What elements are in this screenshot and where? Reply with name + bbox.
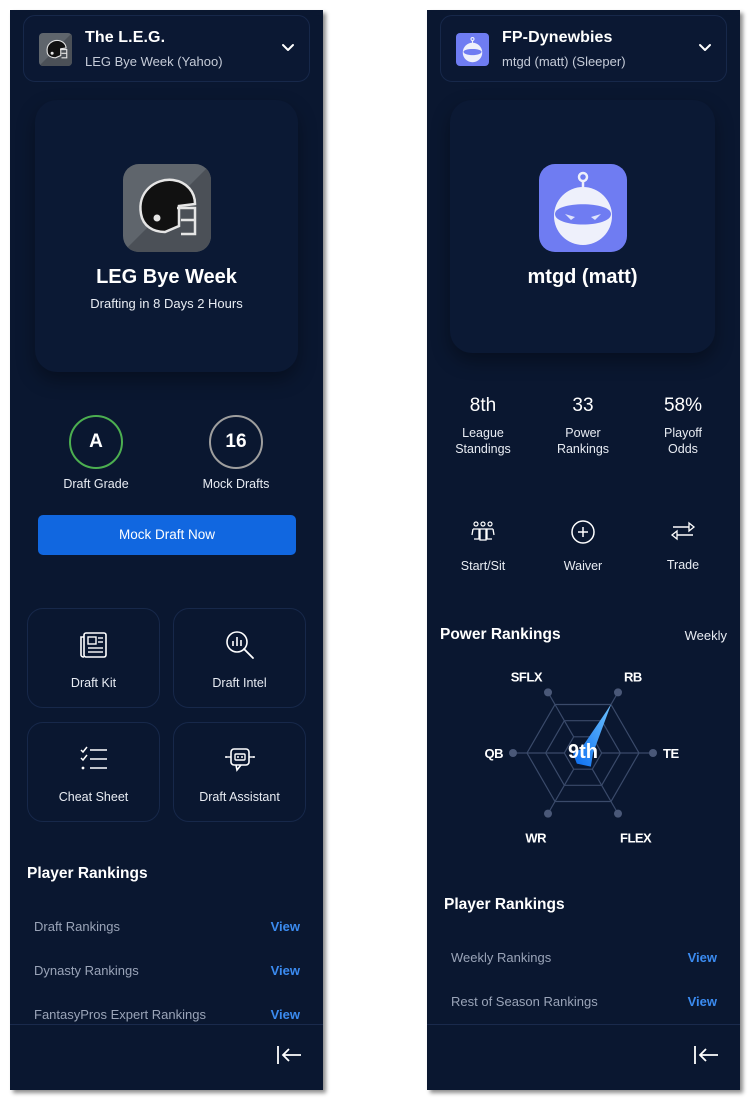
team-name: mtgd (matt) bbox=[527, 266, 638, 288]
radar-axis-dot bbox=[509, 749, 517, 757]
plus-circle-icon bbox=[571, 520, 595, 544]
radar-axis-dot bbox=[649, 749, 657, 757]
collapse-left-icon[interactable] bbox=[275, 1043, 303, 1067]
league-panel-sleeper: FP-Dynewbies mtgd (matt) (Sleeper) mtgd … bbox=[427, 10, 740, 1090]
view-link[interactable]: View bbox=[688, 994, 717, 1009]
collapse-left-icon[interactable] bbox=[692, 1043, 720, 1067]
view-link[interactable]: View bbox=[271, 1007, 300, 1022]
power-rankings-heading: Power Rankings bbox=[440, 626, 561, 643]
players-icon bbox=[471, 521, 495, 541]
robot-chat-icon bbox=[224, 748, 255, 772]
radar-axis-line bbox=[547, 768, 575, 814]
league-hero-card: LEG Bye Week Drafting in 8 Days 2 Hours bbox=[35, 100, 298, 372]
tool-draft-kit[interactable]: Draft Kit bbox=[27, 608, 160, 708]
player-rankings-heading: Player Rankings bbox=[444, 896, 565, 913]
newspaper-icon bbox=[79, 632, 107, 658]
league-selector[interactable]: FP-Dynewbies mtgd (matt) (Sleeper) bbox=[440, 15, 727, 82]
metric-label: Playoff Odds bbox=[664, 426, 702, 456]
league-subtitle: mtgd (matt) (Sleeper) bbox=[502, 54, 626, 69]
league-subtitle: LEG Bye Week (Yahoo) bbox=[85, 54, 223, 69]
power-rankings-radar-chart: RB TE FLEX WR QB SFLX 9th bbox=[485, 670, 680, 845]
mock-draft-now-button[interactable]: Mock Draft Now bbox=[38, 515, 296, 555]
metric-value: 8th bbox=[469, 395, 497, 416]
football-helmet-icon bbox=[122, 164, 211, 252]
radar-axis-line bbox=[591, 768, 619, 814]
metric-label: League Standings bbox=[455, 426, 511, 456]
tool-label: Draft Assistant bbox=[199, 790, 280, 804]
action-trade[interactable]: Trade bbox=[633, 518, 733, 572]
chart-search-icon bbox=[225, 631, 254, 659]
player-rankings-heading: Player Rankings bbox=[27, 865, 148, 882]
swap-arrows-icon bbox=[670, 521, 696, 541]
metric-playoff-odds[interactable]: 58% Playoff Odds bbox=[633, 395, 733, 457]
chevron-down-icon bbox=[282, 44, 294, 51]
league-name: FP-Dynewbies bbox=[502, 29, 613, 46]
draft-countdown: Drafting in 8 Days 2 Hours bbox=[90, 296, 243, 311]
football-helmet-icon bbox=[39, 33, 72, 66]
ranking-row: Rest of Season Rankings View bbox=[451, 991, 717, 1015]
metric-value: 58% bbox=[663, 395, 703, 416]
chevron-down-icon bbox=[699, 44, 711, 51]
radar-axis-label-te: TE bbox=[663, 746, 679, 761]
radar-axis-label-flex: FLEX bbox=[620, 830, 652, 845]
view-link[interactable]: View bbox=[688, 950, 717, 965]
metric-power-rankings[interactable]: 33 Power Rankings bbox=[533, 395, 633, 457]
action-label: Waiver bbox=[563, 559, 603, 573]
metric-label: Power Rankings bbox=[556, 426, 610, 456]
ranking-row: Weekly Rankings View bbox=[451, 947, 717, 971]
ranking-label: Draft Rankings bbox=[34, 919, 120, 934]
radar-axis-label-wr: WR bbox=[525, 830, 547, 845]
period-selector[interactable]: Weekly bbox=[685, 628, 727, 643]
ranking-row: Draft Rankings View bbox=[34, 916, 300, 940]
radar-axis-line bbox=[547, 692, 575, 738]
tool-draft-assistant[interactable]: Draft Assistant bbox=[173, 722, 306, 822]
panel-footer bbox=[427, 1024, 740, 1090]
metric-value: 33 bbox=[572, 395, 594, 416]
radar-axis-label-rb: RB bbox=[624, 670, 642, 685]
ranking-row: Dynasty Rankings View bbox=[34, 960, 300, 984]
robot-avatar-icon bbox=[538, 164, 627, 252]
league-selector[interactable]: The L.E.G. LEG Bye Week (Yahoo) bbox=[23, 15, 310, 82]
league-panel-yahoo: The L.E.G. LEG Bye Week (Yahoo) LEG Bye … bbox=[10, 10, 323, 1090]
mock-drafts-label: Mock Drafts bbox=[202, 477, 270, 491]
league-title: LEG Bye Week bbox=[96, 266, 237, 288]
ranking-label: Weekly Rankings bbox=[451, 950, 552, 965]
action-start-sit[interactable]: Start/Sit bbox=[433, 519, 533, 573]
team-hero-card: mtgd (matt) bbox=[450, 100, 715, 353]
tool-draft-intel[interactable]: Draft Intel bbox=[173, 608, 306, 708]
radar-axis-dot bbox=[544, 809, 552, 818]
draft-grade-badge[interactable]: A bbox=[69, 415, 123, 469]
ranking-label: FantasyPros Expert Rankings bbox=[34, 1007, 206, 1022]
checklist-icon bbox=[79, 746, 107, 770]
action-label: Start/Sit bbox=[460, 559, 506, 573]
radar-center-label: 9th bbox=[568, 741, 598, 763]
panel-footer bbox=[10, 1024, 323, 1090]
tool-label: Draft Kit bbox=[70, 676, 117, 690]
radar-axis-label-qb: QB bbox=[485, 746, 504, 761]
ranking-label: Dynasty Rankings bbox=[34, 963, 139, 978]
tool-label: Draft Intel bbox=[212, 676, 267, 690]
ranking-label: Rest of Season Rankings bbox=[451, 994, 598, 1009]
radar-axis-dot bbox=[614, 688, 622, 697]
view-link[interactable]: View bbox=[271, 919, 300, 934]
robot-avatar-icon bbox=[456, 33, 489, 66]
mock-drafts-count[interactable]: 16 bbox=[209, 415, 263, 469]
view-link[interactable]: View bbox=[271, 963, 300, 978]
tool-cheat-sheet[interactable]: Cheat Sheet bbox=[27, 722, 160, 822]
action-label: Trade bbox=[666, 558, 700, 572]
draft-grade-label: Draft Grade bbox=[63, 477, 129, 491]
action-waiver[interactable]: Waiver bbox=[533, 519, 633, 573]
league-name: The L.E.G. bbox=[85, 29, 166, 46]
tool-label: Cheat Sheet bbox=[58, 790, 129, 804]
radar-axis-dot bbox=[614, 809, 622, 818]
radar-axis-label-sflx: SFLX bbox=[511, 670, 543, 685]
metric-league-standings[interactable]: 8th League Standings bbox=[433, 395, 533, 457]
radar-axis-dot bbox=[544, 688, 552, 697]
